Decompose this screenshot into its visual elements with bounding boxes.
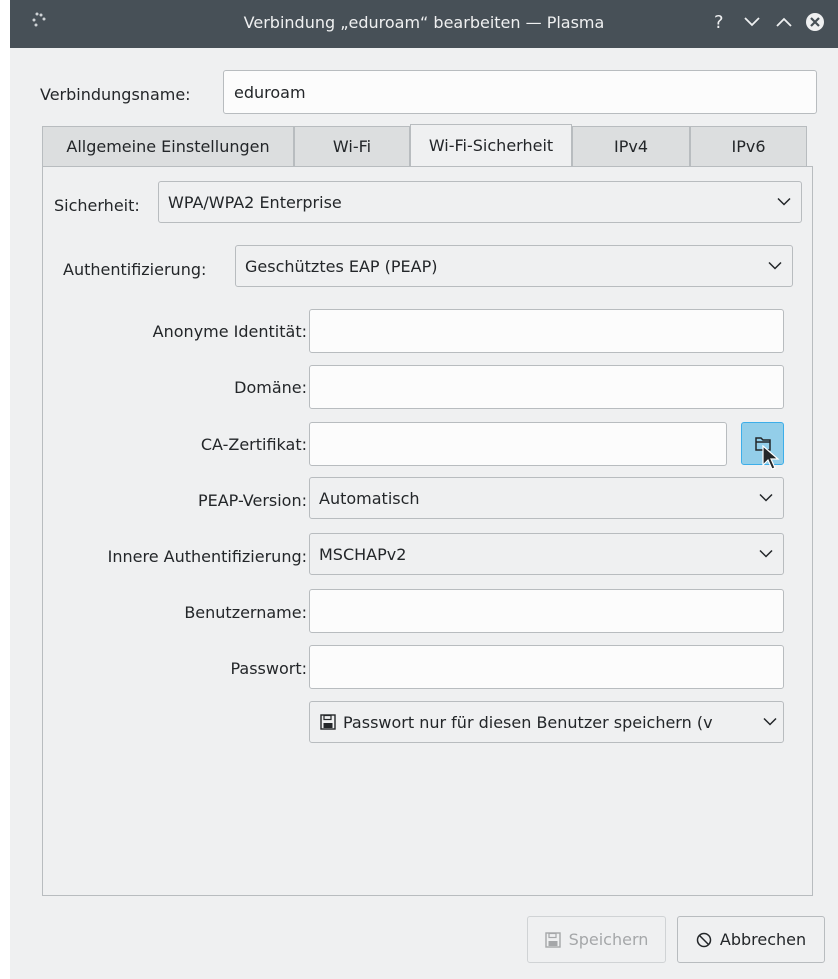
domain-label: Domäne: (234, 378, 307, 397)
tab-ipv4[interactable]: IPv4 (572, 126, 690, 166)
chevron-down-icon (768, 261, 782, 270)
chevron-up-icon (776, 17, 792, 27)
svg-text:?: ? (714, 13, 724, 31)
security-label: Sicherheit: (54, 196, 140, 215)
dialog-body: Verbindungsname: eduroam Allgemeine Eins… (10, 48, 838, 979)
tab-general[interactable]: Allgemeine Einstellungen (42, 126, 294, 166)
cancel-icon (696, 932, 712, 947)
cancel-button[interactable]: Abbrechen (677, 916, 825, 963)
password-field[interactable] (309, 645, 784, 689)
peap-version-select[interactable]: Automatisch (309, 477, 784, 519)
chevron-down-icon (777, 197, 791, 206)
username-field[interactable] (309, 589, 784, 633)
connection-name-label: Verbindungsname: (40, 85, 191, 104)
save-icon (544, 931, 561, 948)
cancel-button-label: Abbrechen (719, 930, 807, 949)
chevron-down-icon (759, 493, 773, 502)
help-icon: ? (714, 13, 724, 31)
chevron-down-icon (759, 549, 773, 558)
minimize-button[interactable] (740, 10, 764, 34)
tab-ipv6[interactable]: IPv6 (690, 126, 807, 166)
chevron-down-icon (763, 717, 777, 726)
inner-auth-label: Innere Authentifizierung: (107, 547, 307, 566)
maximize-button[interactable] (772, 10, 796, 34)
save-icon (320, 714, 336, 730)
password-storage-value: Passwort nur für diesen Benutzer speiche… (343, 712, 713, 732)
help-button[interactable]: ? (708, 10, 732, 34)
authentication-label: Authentifizierung: (63, 260, 207, 279)
ca-certificate-field[interactable] (309, 422, 727, 466)
tab-wifi-security[interactable]: Wi-Fi-Sicherheit (410, 124, 572, 166)
wifi-security-panel: Sicherheit: WPA/WPA2 Enterprise Authenti… (42, 166, 813, 896)
chevron-down-icon (744, 17, 760, 27)
close-button[interactable] (803, 10, 827, 34)
security-value: WPA/WPA2 Enterprise (168, 192, 342, 212)
peap-version-label: PEAP-Version: (197, 491, 307, 510)
inner-auth-value: MSCHAPv2 (319, 544, 407, 564)
username-label: Benutzername: (184, 603, 307, 622)
mouse-cursor-icon (762, 445, 780, 470)
close-icon (806, 13, 824, 31)
ca-certificate-label: CA-Zertifikat: (200, 435, 307, 454)
anonymous-identity-field[interactable] (309, 309, 784, 353)
domain-field[interactable] (309, 365, 784, 409)
password-storage-select[interactable]: Passwort nur für diesen Benutzer speiche… (309, 701, 784, 743)
authentication-select[interactable]: Geschütztes EAP (PEAP) (235, 245, 793, 287)
connection-name-field[interactable]: eduroam (223, 70, 817, 114)
inner-auth-select[interactable]: MSCHAPv2 (309, 533, 784, 575)
anonymous-identity-label: Anonyme Identität: (152, 322, 307, 341)
password-label: Passwort: (230, 659, 307, 678)
tab-wifi[interactable]: Wi-Fi (294, 126, 410, 166)
peap-version-value: Automatisch (319, 488, 420, 508)
title-bar[interactable]: Verbindung „eduroam“ bearbeiten — Plasma… (10, 0, 838, 48)
save-button[interactable]: Speichern (527, 916, 666, 963)
security-select[interactable]: WPA/WPA2 Enterprise (158, 181, 802, 223)
save-button-label: Speichern (568, 930, 649, 949)
authentication-value: Geschütztes EAP (PEAP) (245, 256, 438, 276)
